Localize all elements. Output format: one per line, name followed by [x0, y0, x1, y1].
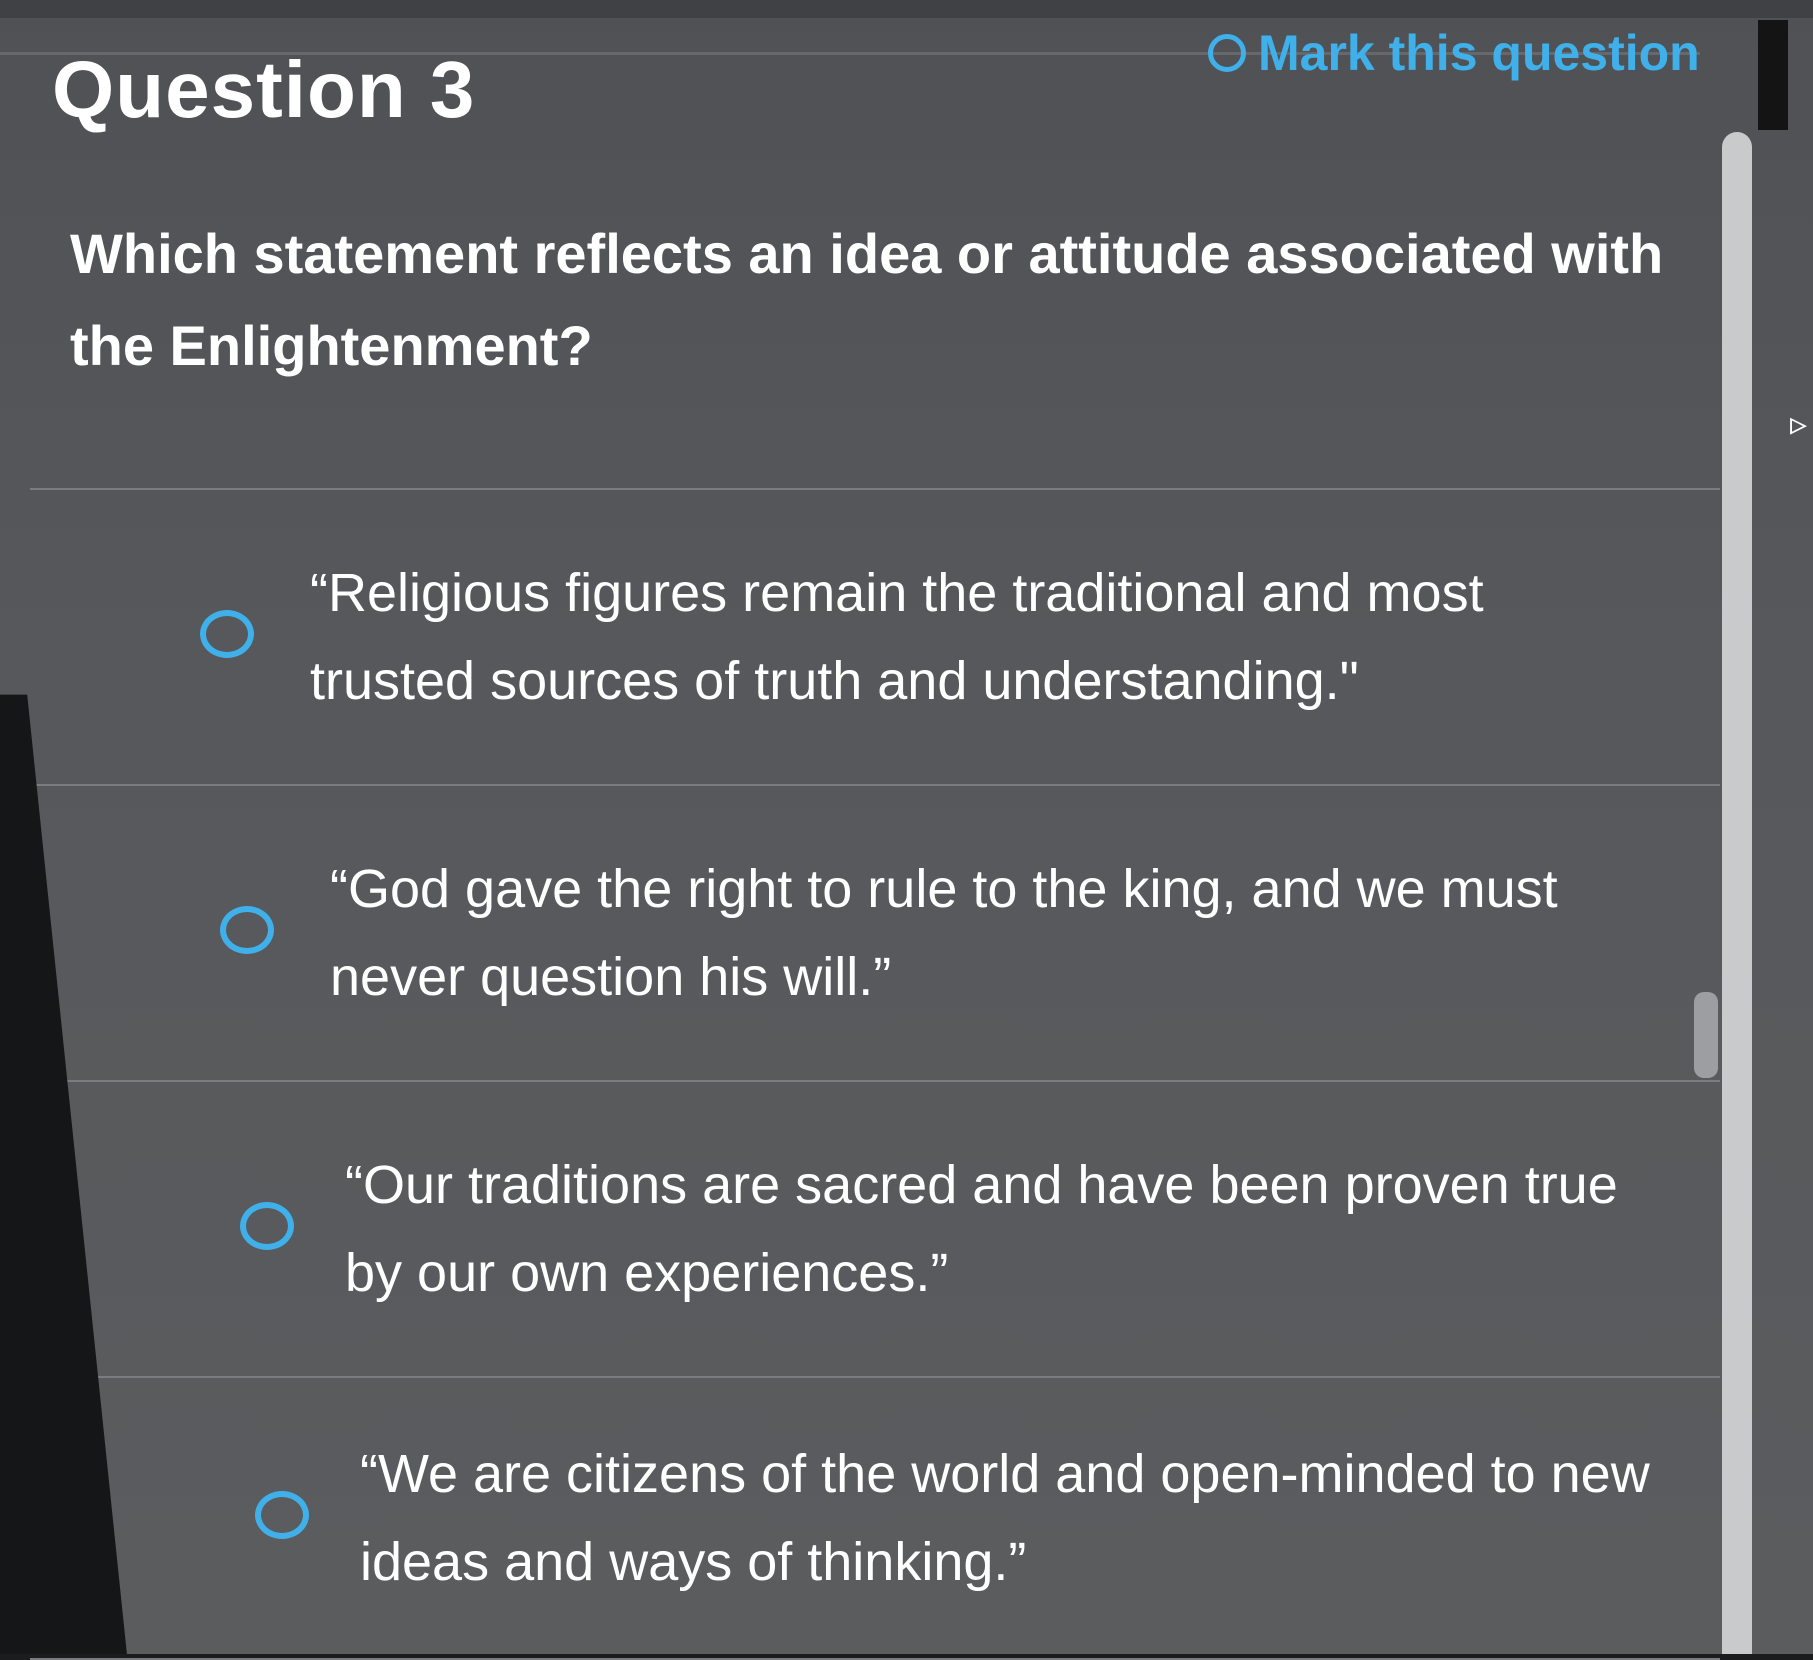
answer-option-text: “God gave the right to rule to the king,… — [330, 859, 1558, 1007]
top-edge — [0, 0, 1813, 18]
mark-question-button[interactable]: Mark this question — [1208, 24, 1700, 82]
radio-button-icon[interactable] — [220, 906, 274, 954]
answer-option-text: “Our traditions are sacred and have been… — [345, 1155, 1618, 1303]
radio-button-icon[interactable] — [200, 610, 254, 658]
mark-question-label: Mark this question — [1258, 25, 1700, 81]
inner-scroll-thumb[interactable] — [1694, 992, 1718, 1078]
answer-option-text: “We are citizens of the world and open-m… — [360, 1444, 1650, 1592]
mouse-cursor-icon: ▹ — [1790, 405, 1808, 443]
answer-option-1[interactable]: “Religious figures remain the traditiona… — [30, 488, 1720, 784]
answer-option-3[interactable]: “Our traditions are sacred and have been… — [30, 1080, 1720, 1376]
radio-button-icon[interactable] — [255, 1491, 309, 1539]
answer-option-4[interactable]: “We are citizens of the world and open-m… — [30, 1376, 1720, 1660]
answer-option-2[interactable]: “God gave the right to rule to the king,… — [30, 784, 1720, 1080]
answer-options: “Religious figures remain the traditiona… — [30, 488, 1720, 1660]
quiz-screen: Question 3 Mark this question Which stat… — [0, 0, 1813, 1660]
flag-circle-icon — [1208, 34, 1246, 72]
scrollbar[interactable] — [1722, 132, 1752, 1654]
scrollbar-top — [1758, 20, 1788, 130]
question-title: Question 3 — [52, 45, 476, 134]
radio-button-icon[interactable] — [240, 1202, 294, 1250]
answer-option-text: “Religious figures remain the traditiona… — [310, 563, 1484, 711]
question-prompt: Which statement reflects an idea or atti… — [70, 222, 1664, 377]
